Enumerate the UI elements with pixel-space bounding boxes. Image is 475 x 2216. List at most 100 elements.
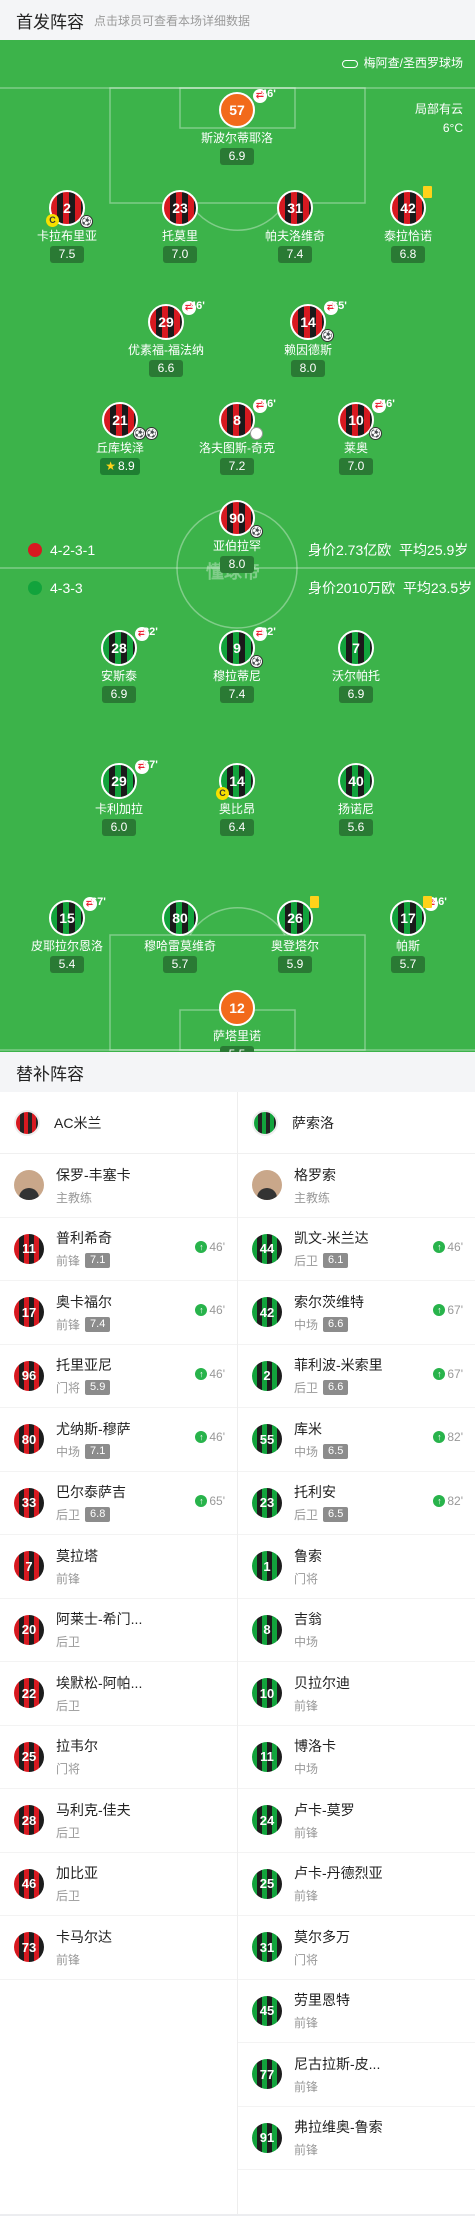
player-number: 77	[252, 2059, 282, 2090]
away-player[interactable]: 29 ⇄ 67' 卡利加拉 6.0	[64, 759, 174, 836]
sub-player-row[interactable]: 80 尤纳斯-穆萨 中场 7.1 ↑ 46'	[0, 1408, 237, 1472]
stadium-icon	[341, 59, 358, 68]
sub-player-row[interactable]: 77 尼古拉斯-皮... 前锋	[238, 2043, 475, 2107]
sub-player-row[interactable]: 73 卡马尔达 前锋	[0, 1916, 237, 1980]
player-info: 托里亚尼门将 5.9	[56, 1355, 112, 1396]
sub-in-time: ↑ 67'	[433, 1367, 463, 1381]
player-number: 31	[287, 200, 303, 216]
coach-row[interactable]: 格罗索 主教练	[238, 1154, 475, 1218]
player-number: 1	[252, 1551, 282, 1582]
rating-value: 7.0	[171, 247, 189, 261]
player-number: 90	[229, 510, 245, 526]
coach-row[interactable]: 保罗-丰塞卡 主教练	[0, 1154, 237, 1218]
position-label: 中场	[56, 1444, 81, 1459]
away-player[interactable]: 17⇄46' 帕斯 5.7	[353, 896, 463, 973]
coach-role: 主教练	[56, 1190, 93, 1205]
rating-value: 6.6	[157, 361, 175, 375]
home-player[interactable]: 8 ⇄ 46' 洛夫图斯-奇克 7.2	[182, 398, 292, 475]
home-player[interactable]: 29 ⇄ 46' 优素福-福法纳 6.6	[111, 300, 221, 377]
position-label: 门将	[56, 1762, 81, 1777]
subs-panel: AC米兰 保罗-丰塞卡 主教练 11 普利希奇 前锋 7.1 ↑ 46' 17 奥卡福尔 前锋 7.4 ↑…	[0, 1092, 475, 2214]
away-player[interactable]: 12 萨塔里诺 5.5	[182, 990, 292, 1052]
player-info: 埃默松-阿帕... 后卫	[56, 1673, 142, 1714]
player-position: 前锋	[294, 1697, 350, 1714]
player-rating: 5.9	[85, 1380, 111, 1396]
player-name: 尼古拉斯-皮...	[294, 2055, 381, 2072]
sub-player-row[interactable]: 31 莫尔多万 门将	[238, 1916, 475, 1980]
sub-player-row[interactable]: 91 弗拉维奥-鲁索 前锋	[238, 2107, 475, 2170]
position-label: 前锋	[56, 1952, 81, 1967]
player-name: 莱奥	[343, 441, 368, 455]
player-name: 托里亚尼	[56, 1357, 112, 1374]
home-player[interactable]: 90 ⚽ 亚伯拉罕 8.0	[182, 500, 292, 573]
sub-player-row[interactable]: 23 托利安 后卫 6.5 ↑ 82'	[238, 1472, 475, 1535]
sub-player-row[interactable]: 96 托里亚尼 门将 5.9 ↑ 46'	[0, 1345, 237, 1408]
away-player[interactable]: 28 ⇄ 82' 安斯泰 6.9	[64, 626, 174, 703]
sub-player-row[interactable]: 42 索尔茨维特 中场 6.6 ↑ 67'	[238, 1281, 475, 1345]
position-label: 中场	[294, 1635, 319, 1650]
home-player[interactable]: 14 ⇄ 65' ⚽ 赖因德斯 8.0	[253, 300, 363, 377]
yellow-card-icon	[310, 896, 319, 908]
sub-player-row[interactable]: 28 马利克-佳夫 后卫	[0, 1789, 237, 1853]
away-player[interactable]: 9 ⇄ 82' ⚽ 穆拉蒂尼 7.4	[182, 626, 292, 703]
sub-player-row[interactable]: 25 拉韦尔 门将	[0, 1726, 237, 1789]
sub-player-row[interactable]: 10 贝拉尔迪 前锋	[238, 1662, 475, 1726]
away-value: 身价2010万欧 平均23.5岁	[308, 578, 472, 598]
player-number: 31	[252, 1932, 282, 1963]
rating-value: 8.0	[228, 557, 246, 571]
player-position: 门将	[294, 1951, 350, 1968]
away-player[interactable]: 14 C 奥比昂 6.4	[182, 763, 292, 836]
player-shirt: 8 ⇄ 46'	[219, 398, 276, 440]
sub-player-row[interactable]: 46 加比亚 后卫	[0, 1853, 237, 1916]
weather: 局部有云 6°C	[415, 100, 463, 135]
sub-player-row[interactable]: 33 巴尔泰萨吉 后卫 6.8 ↑ 65'	[0, 1472, 237, 1535]
home-player[interactable]: 42 泰拉恰诺 6.8	[353, 186, 463, 263]
sub-player-row[interactable]: 11 博洛卡 中场	[238, 1726, 475, 1789]
away-player[interactable]: 26 奥登塔尔 5.9	[240, 896, 350, 973]
position-label: 门将	[56, 1381, 81, 1396]
sub-player-row[interactable]: 22 埃默松-阿帕... 后卫	[0, 1662, 237, 1726]
sub-time: 82'	[261, 626, 276, 638]
player-rating: 7.2	[220, 458, 254, 475]
sub-player-row[interactable]: 24 卢卡-莫罗 前锋	[238, 1789, 475, 1853]
team-header[interactable]: 萨索洛	[238, 1092, 475, 1154]
position-label: 后卫	[56, 1635, 81, 1650]
home-player[interactable]: 10 ⇄ 46' ⚽ 莱奥 7.0	[301, 398, 411, 475]
away-player[interactable]: 7 沃尔帕托 6.9	[301, 630, 411, 703]
home-player[interactable]: 31 帕夫洛维奇 7.4	[240, 190, 350, 263]
player-rating: 7.0	[339, 458, 373, 475]
sub-player-row[interactable]: 7 莫拉塔 前锋	[0, 1535, 237, 1599]
home-player[interactable]: 21 ⚽ ⚽ 丘库埃泽 ★ 8.9	[65, 402, 175, 475]
home-player[interactable]: 2 C ⚽ 卡拉布里亚 7.5	[12, 190, 122, 263]
sub-player-row[interactable]: 20 阿莱士-希门... 后卫	[0, 1599, 237, 1662]
home-player[interactable]: 23 托莫里 7.0	[125, 190, 235, 263]
player-rating: ★ 8.9	[100, 458, 140, 475]
sub-in-time: ↑ 82'	[433, 1430, 463, 1444]
sub-player-row[interactable]: 11 普利希奇 前锋 7.1 ↑ 46'	[0, 1218, 237, 1281]
player-rating: 8.0	[220, 556, 254, 573]
player-info: 卢卡-莫罗 前锋	[294, 1800, 355, 1841]
home-player[interactable]: 57 ⇄ 46' 斯波尔蒂耶洛 6.9	[182, 88, 292, 165]
player-number: 17	[400, 910, 416, 926]
away-player[interactable]: 40 扬诺尼 5.6	[301, 763, 411, 836]
sub-player-row[interactable]: 25 卢卡-丹德烈亚 前锋	[238, 1853, 475, 1916]
sub-player-row[interactable]: 44 凯文-米兰达 后卫 6.1 ↑ 46'	[238, 1218, 475, 1281]
sub-player-row[interactable]: 8 吉翁 中场	[238, 1599, 475, 1662]
player-info: 卢卡-丹德烈亚 前锋	[294, 1863, 383, 1904]
sub-player-row[interactable]: 2 菲利波-米索里 后卫 6.6 ↑ 67'	[238, 1345, 475, 1408]
away-player[interactable]: 80 穆哈雷莫维奇 5.7	[125, 900, 235, 973]
sub-player-row[interactable]: 55 库米 中场 6.5 ↑ 82'	[238, 1408, 475, 1472]
player-number: 29	[111, 773, 127, 789]
player-shirt: 7	[338, 630, 374, 666]
player-name: 卢卡-莫罗	[294, 1801, 355, 1818]
sub-player-row[interactable]: 17 奥卡福尔 前锋 7.4 ↑ 46'	[0, 1281, 237, 1345]
away-player[interactable]: 15 ⇄ 67' 皮耶拉尔恩洛 5.4	[12, 896, 122, 973]
player-name: 萨塔里诺	[212, 1029, 261, 1043]
player-shirt: 23	[162, 190, 198, 226]
sub-player-row[interactable]: 1 鲁索 门将	[238, 1535, 475, 1599]
team-header[interactable]: AC米兰	[0, 1092, 237, 1154]
player-number: 80	[14, 1424, 44, 1455]
sub-player-row[interactable]: 45 劳里恩特 前锋	[238, 1980, 475, 2043]
player-number: 8	[252, 1614, 282, 1645]
player-number: 46	[14, 1868, 44, 1899]
